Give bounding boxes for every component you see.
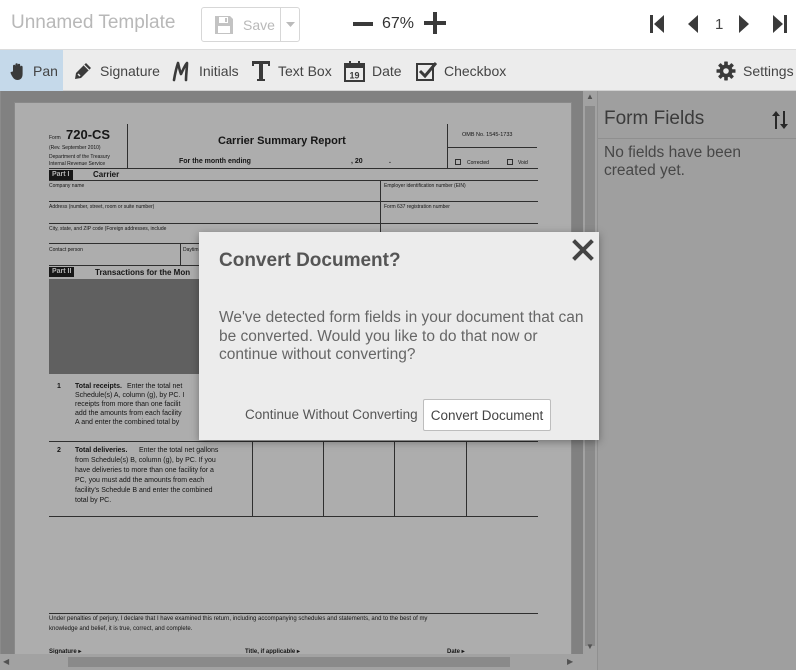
text-icon — [252, 61, 270, 81]
continue-without-converting-button[interactable]: Continue Without Converting — [245, 407, 418, 422]
zoom-in-icon[interactable] — [424, 12, 446, 34]
dialog-title: Convert Document? — [219, 250, 401, 271]
tool-signature[interactable]: Signature — [73, 50, 160, 92]
save-button[interactable]: Save — [202, 8, 280, 41]
zoom-level: 67% — [382, 15, 415, 32]
previous-page-icon[interactable] — [687, 14, 699, 34]
tool-signature-label: Signature — [100, 63, 160, 79]
save-control: Save — [201, 7, 300, 42]
floppy-disk-icon — [215, 15, 233, 34]
close-icon[interactable] — [571, 238, 595, 262]
calendar-icon: 19 — [344, 60, 365, 82]
caret-down-icon — [286, 21, 295, 27]
tool-text-box-label: Text Box — [278, 63, 332, 79]
initials-icon — [172, 61, 189, 82]
tool-bar: Pan Signature Initials Text Box 19 Date — [0, 49, 796, 92]
page-number: 1 — [715, 16, 724, 33]
next-page-icon[interactable] — [738, 14, 750, 34]
top-bar: Unnamed Template Save 67% 1 — [0, 0, 796, 49]
tool-initials-label: Initials — [199, 63, 239, 79]
tool-pan-label: Pan — [33, 63, 58, 79]
hand-icon — [10, 62, 23, 80]
tool-settings-label: Settings — [743, 63, 794, 79]
tool-checkbox[interactable]: Checkbox — [416, 50, 506, 92]
pen-icon — [75, 63, 91, 79]
tool-settings[interactable]: Settings — [716, 50, 794, 92]
dialog-message: We've detected form fields in your docum… — [219, 309, 584, 363]
last-page-icon[interactable] — [772, 14, 788, 34]
tool-pan[interactable]: Pan — [0, 50, 63, 92]
tool-date-label: Date — [372, 63, 402, 79]
save-options-button[interactable] — [280, 8, 300, 41]
tool-initials[interactable]: Initials — [172, 50, 239, 92]
calendar-day: 19 — [349, 70, 359, 80]
tool-checkbox-label: Checkbox — [444, 63, 507, 79]
convert-document-button[interactable]: Convert Document — [423, 399, 551, 431]
convert-document-dialog: Convert Document? We've detected form fi… — [199, 232, 599, 440]
template-title[interactable]: Unnamed Template — [11, 12, 175, 34]
save-label: Save — [243, 16, 275, 33]
first-page-icon[interactable] — [649, 14, 665, 34]
checkbox-icon — [416, 61, 437, 81]
tool-text-box[interactable]: Text Box — [251, 50, 332, 92]
tool-date[interactable]: 19 Date — [344, 50, 402, 92]
zoom-out-icon[interactable] — [353, 14, 373, 34]
gear-icon — [716, 61, 736, 81]
